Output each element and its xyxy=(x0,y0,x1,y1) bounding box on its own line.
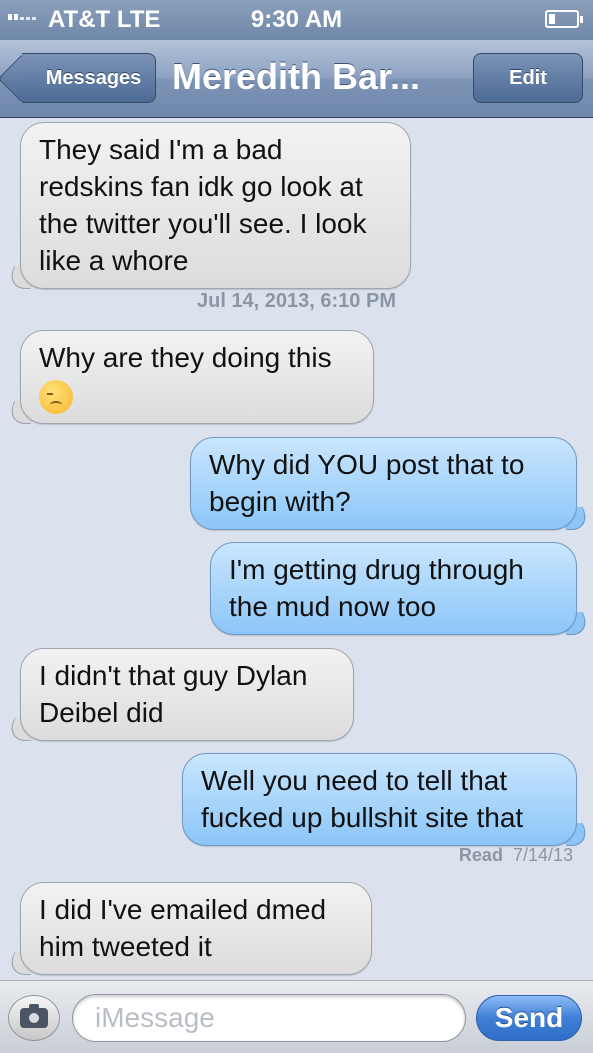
conversation-timestamp: Jul 14, 2013, 6:10 PM xyxy=(196,290,396,312)
back-to-messages-button[interactable]: Messages xyxy=(22,53,156,103)
message-bubble-incoming[interactable]: I did I've emailed dmed him tweeted it xyxy=(20,882,372,975)
message-text: They said I'm a bad redskins fan idk go … xyxy=(39,134,367,276)
message-text: I didn't that guy Dylan Deibel did xyxy=(39,660,308,728)
message-bubble-outgoing[interactable]: I'm getting drug through the mud now too xyxy=(210,542,577,635)
read-date: 7/14/13 xyxy=(512,845,573,865)
message-text: I did I've emailed dmed him tweeted it xyxy=(39,894,327,962)
battery-icon xyxy=(545,10,583,28)
imessage-input[interactable] xyxy=(72,994,466,1042)
message-text: Why did YOU post that to begin with? xyxy=(209,449,525,517)
navigation-bar: Messages Meredith Bar... Edit xyxy=(0,40,593,118)
disappointed-face-icon xyxy=(39,379,73,414)
edit-button[interactable]: Edit xyxy=(473,53,583,103)
message-bubble-outgoing[interactable]: Why did YOU post that to begin with? xyxy=(190,437,577,530)
camera-icon xyxy=(20,1004,48,1028)
message-bubble-incoming[interactable]: Why are they doing this xyxy=(20,330,374,424)
message-bubble-incoming[interactable]: They said I'm a bad redskins fan idk go … xyxy=(20,122,411,289)
status-time: 9:30 AM xyxy=(250,6,343,33)
read-label: Read xyxy=(458,845,503,865)
message-bubble-outgoing[interactable]: Well you need to tell that fucked up bul… xyxy=(182,753,577,846)
message-text: Why are they doing this xyxy=(39,342,332,373)
send-button[interactable]: Send xyxy=(476,995,582,1041)
conversation-title: Meredith Bar... xyxy=(172,56,421,97)
message-input-bar: Send xyxy=(0,980,593,1053)
message-text: Well you need to tell that fucked up bul… xyxy=(201,765,524,833)
read-receipt: Read 7/14/13 xyxy=(459,845,573,866)
message-text: I'm getting drug through the mud now too xyxy=(229,554,524,622)
message-bubble-incoming[interactable]: I didn't that guy Dylan Deibel did xyxy=(20,648,354,741)
camera-button[interactable] xyxy=(8,995,60,1041)
status-bar: AT&T LTE 9:30 AM xyxy=(0,0,593,40)
